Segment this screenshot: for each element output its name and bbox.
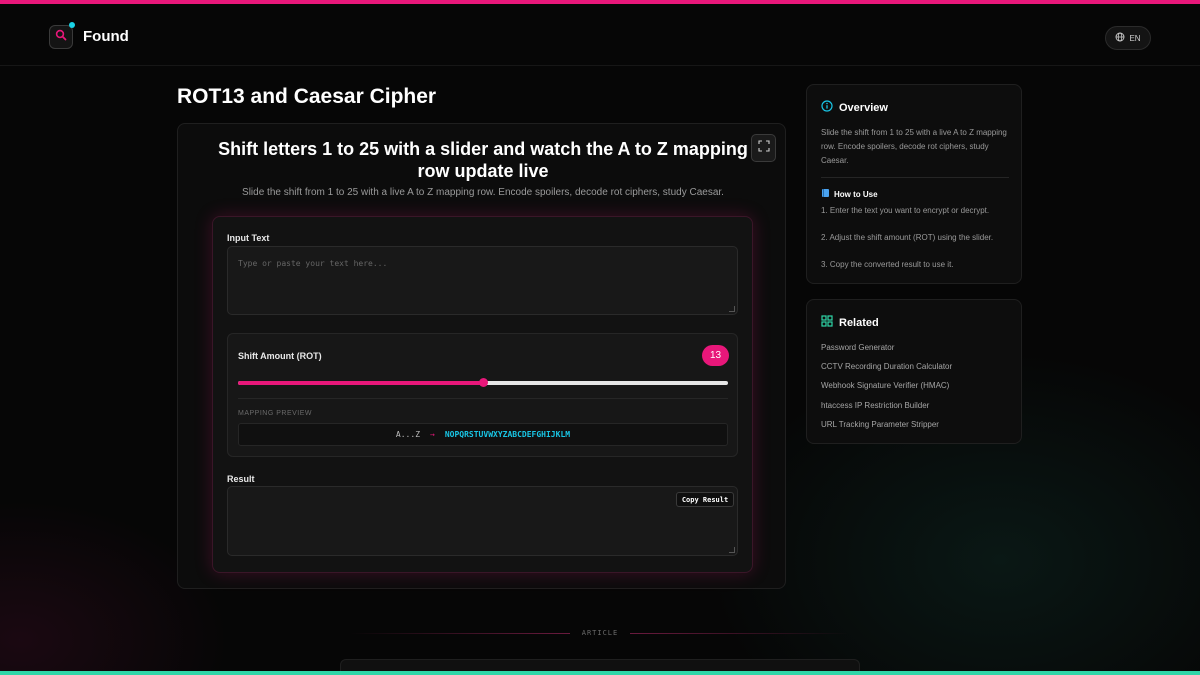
slider-fill xyxy=(238,381,483,385)
related-link-htaccess-builder[interactable]: htaccess IP Restriction Builder xyxy=(821,401,929,410)
input-textarea[interactable]: Type or paste your text here... xyxy=(227,246,738,315)
fullscreen-button[interactable] xyxy=(751,134,776,162)
language-switcher[interactable]: EN xyxy=(1105,26,1151,50)
article-divider-right xyxy=(630,633,850,634)
result-label: Result xyxy=(227,474,255,484)
shift-slider[interactable] xyxy=(238,378,728,387)
how-to-step: 2. Adjust the shift amount (ROT) using t… xyxy=(821,233,994,242)
shift-value-badge: 13 xyxy=(702,345,729,366)
slider-thumb[interactable] xyxy=(479,378,488,387)
shift-control: Shift Amount (ROT) 13 MAPPING PREVIEW A.… xyxy=(227,333,738,457)
site-header: Found EN xyxy=(0,4,1200,66)
globe-icon xyxy=(1115,32,1125,44)
language-label: EN xyxy=(1129,33,1141,43)
bottom-accent-bar xyxy=(0,671,1200,675)
logo-status-dot xyxy=(69,22,75,28)
arrow-right-icon: → xyxy=(430,430,435,439)
info-icon xyxy=(821,100,833,115)
related-heading: Related xyxy=(821,315,879,330)
related-card: Related Password Generator CCTV Recordin… xyxy=(806,299,1022,444)
resize-grip-icon[interactable] xyxy=(729,306,735,312)
tool-card: Shift letters 1 to 25 with a slider and … xyxy=(177,123,786,589)
overview-title: Overview xyxy=(839,101,888,114)
tool-heading: Shift letters 1 to 25 with a slider and … xyxy=(218,139,748,181)
article-label: ARTICLE xyxy=(581,629,619,637)
book-icon xyxy=(821,188,830,200)
result-textarea[interactable]: Copy Result xyxy=(227,486,738,556)
overview-divider xyxy=(821,177,1009,178)
how-to-step: 1. Enter the text you want to encrypt or… xyxy=(821,206,990,215)
shift-label: Shift Amount (ROT) xyxy=(238,351,322,361)
mapping-preview: A...Z → NOPQRSTUVWXYZABCDEFGHIJKLM xyxy=(238,423,728,446)
input-placeholder: Type or paste your text here... xyxy=(238,259,388,268)
cipher-panel: Input Text Type or paste your text here.… xyxy=(212,216,753,573)
search-icon xyxy=(55,28,67,46)
how-to-heading: How to Use xyxy=(821,188,878,200)
brand-name[interactable]: Found xyxy=(83,28,129,45)
shift-divider xyxy=(238,398,728,399)
how-to-step: 3. Copy the converted result to use it. xyxy=(821,260,954,269)
copy-result-button[interactable]: Copy Result xyxy=(676,492,734,507)
logo-button[interactable] xyxy=(49,22,75,49)
mapping-from: A...Z xyxy=(395,430,421,439)
related-link-password-generator[interactable]: Password Generator xyxy=(821,343,894,352)
related-link-webhook-verifier[interactable]: Webhook Signature Verifier (HMAC) xyxy=(821,381,949,390)
grid-icon xyxy=(821,315,833,330)
overview-heading: Overview xyxy=(821,100,888,115)
article-divider-left xyxy=(350,633,570,634)
expand-icon xyxy=(757,139,770,157)
how-to-title: How to Use xyxy=(834,189,878,199)
resize-grip-icon[interactable] xyxy=(729,547,735,553)
related-link-url-stripper[interactable]: URL Tracking Parameter Stripper xyxy=(821,420,939,429)
input-label: Input Text xyxy=(227,233,270,243)
related-title: Related xyxy=(839,316,879,329)
page-title: ROT13 and Caesar Cipher xyxy=(177,85,437,108)
mapping-preview-label: MAPPING PREVIEW xyxy=(238,410,313,417)
mapping-to: NOPQRSTUVWXYZABCDEFGHIJKLM xyxy=(444,430,571,439)
overview-card: Overview Slide the shift from 1 to 25 wi… xyxy=(806,84,1022,284)
overview-text: Slide the shift from 1 to 25 with a live… xyxy=(821,128,1007,165)
tool-subtitle: Slide the shift from 1 to 25 with a live… xyxy=(242,187,724,198)
related-link-cctv-calculator[interactable]: CCTV Recording Duration Calculator xyxy=(821,362,952,371)
